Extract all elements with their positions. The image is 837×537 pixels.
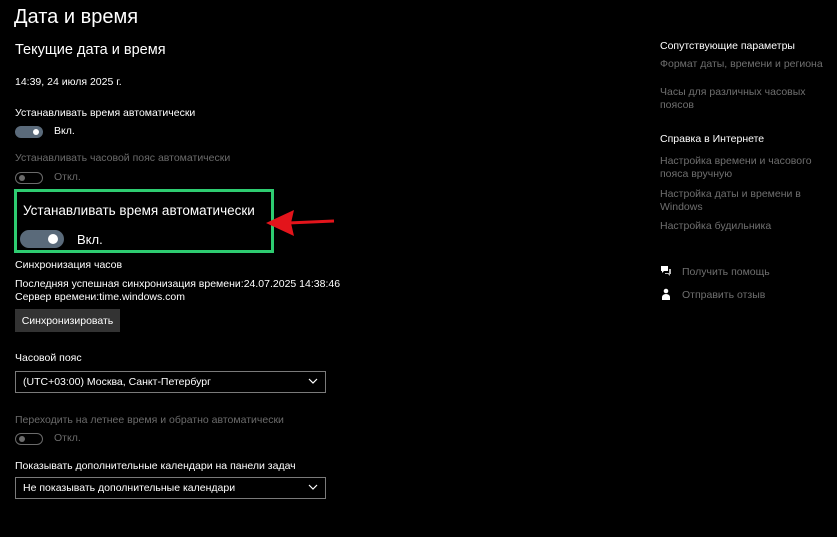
sync-title: Синхронизация часов (15, 259, 123, 271)
auto-timezone-label: Устанавливать часовой пояс автоматически (15, 152, 231, 164)
help-title: Справка в Интернете (660, 133, 765, 145)
auto-time-label: Устанавливать время автоматически (15, 107, 196, 119)
calendars-selected: Не показывать дополнительные календари (23, 482, 236, 494)
feedback-icon (662, 288, 670, 300)
settings-page: Дата и время Текущие дата и время 14:39,… (0, 0, 837, 537)
get-help-link[interactable]: Получить помощь (682, 266, 770, 279)
auto-time-toggle[interactable] (15, 126, 43, 138)
related-link-clocks[interactable]: Часы для различных часовых поясов (660, 86, 837, 112)
help-link-alarm[interactable]: Настройка будильника (660, 220, 771, 233)
calendars-label: Показывать дополнительные календари на п… (15, 460, 296, 472)
dst-label: Переходить на летнее время и обратно авт… (15, 414, 284, 426)
sync-button[interactable]: Синхронизировать (15, 309, 120, 332)
dst-state: Откл. (54, 432, 81, 444)
auto-time-state: Вкл. (54, 125, 75, 137)
chevron-down-icon (308, 378, 318, 384)
highlight-state: Вкл. (77, 232, 103, 247)
highlight-callout: Устанавливать время автоматически Вкл. (14, 189, 274, 253)
highlight-toggle[interactable] (20, 230, 64, 248)
chat-help-icon (661, 266, 671, 276)
sync-server: Сервер времени:time.windows.com (15, 291, 185, 303)
auto-timezone-state: Откл. (54, 171, 81, 183)
chevron-down-icon (308, 484, 318, 490)
timezone-select[interactable]: (UTC+03:00) Москва, Санкт-Петербург (15, 371, 326, 393)
highlight-label: Устанавливать время автоматически (23, 203, 255, 218)
help-link-timezone[interactable]: Настройка времени и часового пояса вручн… (660, 155, 820, 181)
dst-toggle[interactable] (15, 433, 43, 445)
sync-last: Последняя успешная синхронизация времени… (15, 278, 341, 290)
red-arrow-icon (266, 210, 335, 236)
auto-timezone-toggle[interactable] (15, 172, 43, 184)
timezone-selected: (UTC+03:00) Москва, Санкт-Петербург (23, 376, 211, 388)
current-datetime: 14:39, 24 июля 2025 г. (15, 76, 122, 88)
related-link-format[interactable]: Формат даты, времени и региона (660, 58, 823, 71)
page-title: Дата и время (14, 6, 139, 28)
section-title: Текущие дата и время (15, 42, 166, 58)
help-link-datetime[interactable]: Настройка даты и времени в Windows (660, 188, 820, 214)
timezone-label: Часовой пояс (15, 352, 82, 364)
related-title: Сопутствующие параметры (660, 40, 795, 52)
feedback-link[interactable]: Отправить отзыв (682, 289, 765, 302)
calendars-select[interactable]: Не показывать дополнительные календари (15, 477, 326, 499)
